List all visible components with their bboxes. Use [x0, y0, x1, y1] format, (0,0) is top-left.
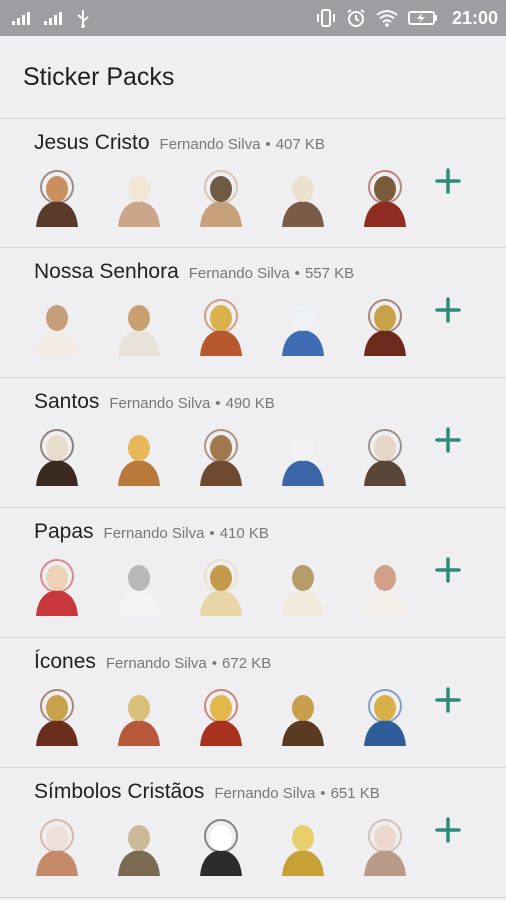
sticker-perpetual-help-icon	[356, 298, 414, 358]
add-icon[interactable]	[434, 296, 462, 324]
sticker-icon-saint-gold	[192, 688, 250, 748]
sticker-mary-blue-mantle	[274, 298, 332, 358]
sticker-helping-hand	[356, 818, 414, 878]
pack-author: Fernando Silva	[103, 525, 205, 542]
sticker-pope-hugging	[110, 558, 168, 618]
sticker-pack-row[interactable]: Jesus Cristo Fernando Silva • 407 KB	[0, 118, 506, 248]
pack-size: 410 KB	[219, 525, 269, 542]
sticker-jesus-with-child	[110, 169, 168, 229]
sticker-pope-portrait	[28, 558, 86, 618]
add-icon[interactable]	[434, 556, 462, 584]
pack-name: Ícones	[34, 650, 96, 673]
pack-header: Nossa Senhora Fernando Silva • 557 KB	[34, 260, 354, 284]
sticker-thumbnails	[28, 428, 414, 488]
sticker-thumbnails	[28, 298, 414, 358]
sticker-icon-christ	[274, 688, 332, 748]
app-bar: Sticker Packs	[0, 36, 506, 118]
sticker-pack-list: Jesus Cristo Fernando Silva • 407 KB Nossa…	[0, 118, 506, 898]
sticker-chi-rho-medallion	[28, 818, 86, 878]
pack-name: Jesus Cristo	[34, 131, 150, 154]
sticker-icon-round-christ	[356, 688, 414, 748]
sticker-pack-row[interactable]: Nossa Senhora Fernando Silva • 557 KB	[0, 248, 506, 378]
add-icon[interactable]	[434, 686, 462, 714]
usb-icon	[77, 10, 89, 28]
sticker-icon-saint-red	[110, 688, 168, 748]
pack-name: Nossa Senhora	[34, 260, 179, 283]
pack-meta: Fernando Silva • 490 KB	[109, 395, 275, 412]
sticker-padre-pio	[356, 428, 414, 488]
status-bar-left	[12, 8, 90, 28]
pack-size: 557 KB	[304, 265, 355, 282]
sticker-jesus-fish	[192, 818, 250, 878]
pack-size: 651 KB	[330, 785, 380, 802]
pack-header: Símbolos Cristãos Fernando Silva • 651 KB	[34, 780, 380, 804]
sticker-our-lady-fatima	[110, 298, 168, 358]
pack-author: Fernando Silva	[188, 265, 290, 282]
sticker-jesus-at-door	[356, 169, 414, 229]
sticker-pack-row[interactable]: Símbolos Cristãos Fernando Silva • 651 KB	[0, 768, 506, 898]
sticker-pope-waving	[356, 558, 414, 618]
sticker-praying-jesus	[28, 169, 86, 229]
sticker-our-lady-guadalupe	[192, 298, 250, 358]
status-bar-right: 21:00	[316, 8, 498, 29]
sticker-mother-teresa	[274, 428, 332, 488]
pack-meta: Fernando Silva • 410 KB	[103, 525, 269, 542]
signal-icon	[44, 12, 62, 25]
pack-meta: Fernando Silva • 407 KB	[159, 136, 325, 153]
pack-author: Fernando Silva	[214, 785, 316, 802]
sticker-pope-with-staff	[274, 558, 332, 618]
alarm-icon	[347, 9, 365, 27]
vibrate-icon	[316, 9, 335, 27]
pack-header: Santos Fernando Silva • 490 KB	[34, 390, 275, 414]
pack-header: Jesus Cristo Fernando Silva • 407 KB	[34, 131, 325, 155]
pack-size: 407 KB	[275, 136, 325, 153]
page-title: Sticker Packs	[23, 62, 175, 91]
sticker-thumbnails	[28, 558, 414, 618]
sticker-angel	[192, 169, 250, 229]
sticker-orthodox-cross	[274, 818, 332, 878]
sticker-virgin-mary	[28, 298, 86, 358]
pack-author: Fernando Silva	[105, 655, 207, 672]
status-time: 21:00	[451, 7, 498, 28]
pack-meta: Fernando Silva • 557 KB	[188, 265, 355, 282]
pack-size: 672 KB	[222, 655, 272, 672]
sticker-pope-seated	[192, 558, 250, 618]
pack-meta: Fernando Silva • 672 KB	[105, 655, 272, 672]
add-icon[interactable]	[434, 426, 462, 454]
pack-size: 490 KB	[225, 395, 275, 412]
wifi-icon	[376, 10, 398, 27]
add-icon[interactable]	[434, 816, 462, 844]
signal-icon	[12, 12, 30, 25]
sticker-thumbnails	[28, 818, 414, 878]
pack-header: Ícones Fernando Silva • 672 KB	[34, 650, 271, 674]
battery-charging-icon	[407, 11, 437, 25]
add-icon[interactable]	[434, 167, 462, 195]
pack-name: Santos	[34, 390, 100, 413]
sticker-thumbnails	[28, 688, 414, 748]
sticker-icon-mother-child	[28, 688, 86, 748]
pack-meta: Fernando Silva • 651 KB	[214, 785, 380, 802]
sticker-thumbnails	[28, 169, 414, 229]
pack-author: Fernando Silva	[109, 395, 211, 412]
pack-name: Papas	[34, 520, 94, 543]
pack-author: Fernando Silva	[159, 136, 261, 153]
sticker-pack-row[interactable]: Papas Fernando Silva • 410 KB	[0, 508, 506, 638]
sticker-child-saint	[110, 428, 168, 488]
pack-name: Símbolos Cristãos	[34, 780, 205, 803]
sticker-saint-with-cross	[192, 428, 250, 488]
sticker-pack-row[interactable]: Ícones Fernando Silva • 672 KB	[0, 638, 506, 768]
status-bar: 21:00	[0, 0, 506, 36]
sticker-ascending-jesus	[274, 169, 332, 229]
pack-header: Papas Fernando Silva • 410 KB	[34, 520, 269, 544]
sticker-saint-therese	[28, 428, 86, 488]
sticker-pack-row[interactable]: Santos Fernando Silva • 490 KB	[0, 378, 506, 508]
sticker-crown-of-thorns	[110, 818, 168, 878]
